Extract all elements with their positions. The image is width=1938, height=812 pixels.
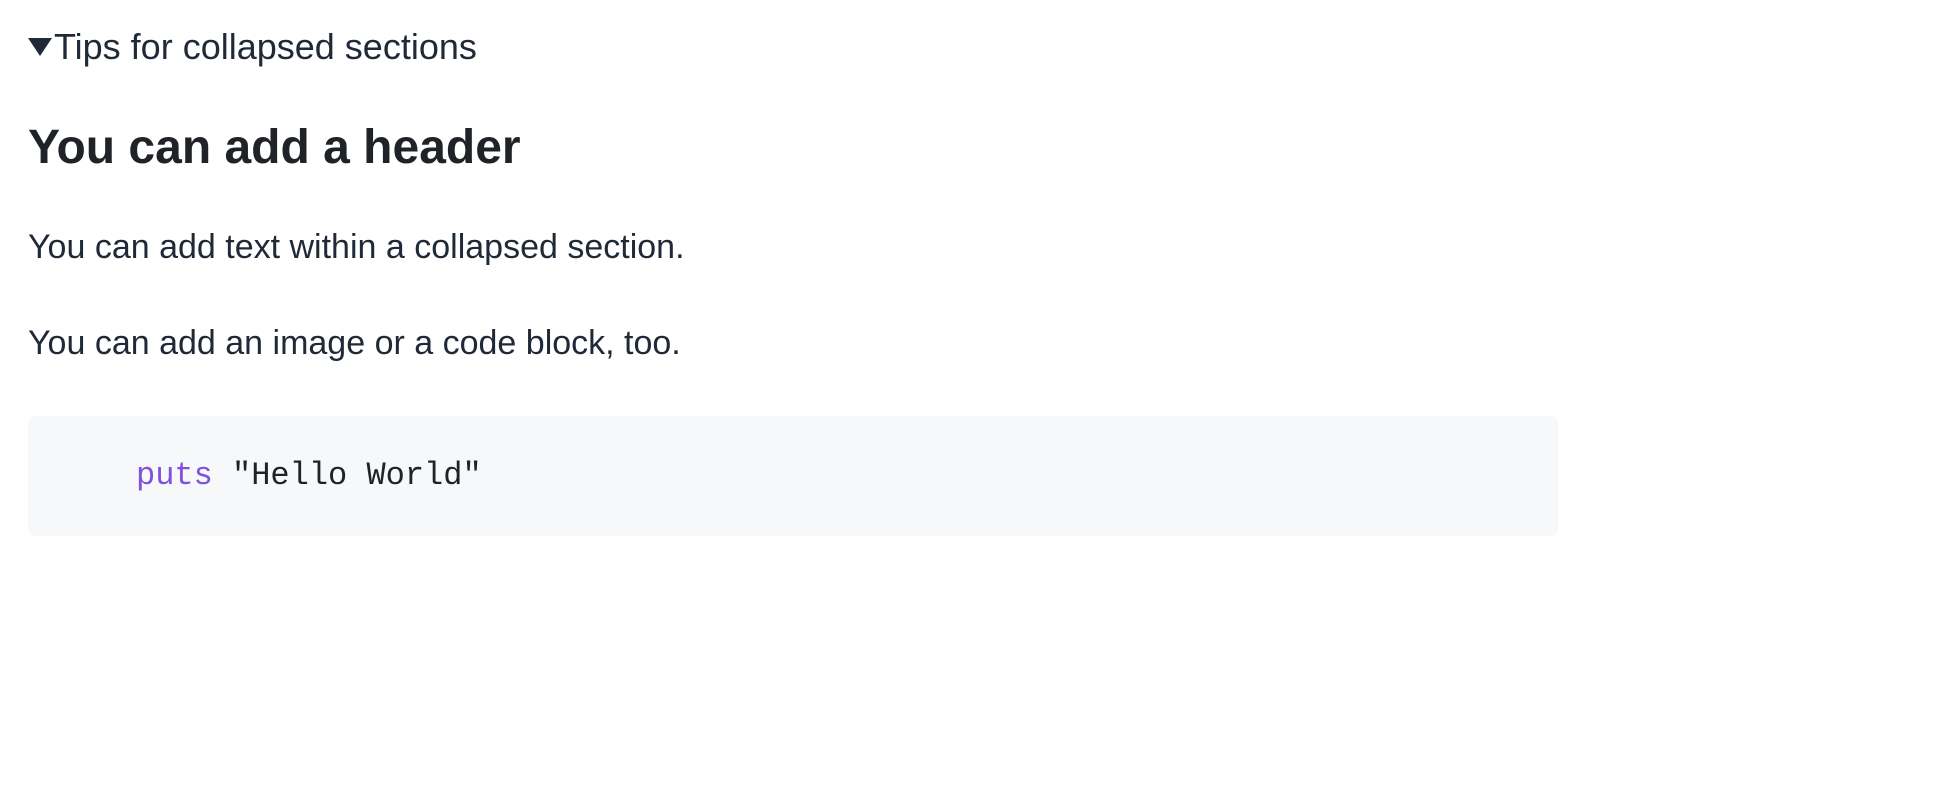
paragraph-text: You can add text within a collapsed sect… xyxy=(28,224,1910,272)
triangle-down-icon xyxy=(28,38,52,56)
section-header: You can add a header xyxy=(28,119,1910,177)
details-summary[interactable]: Tips for collapsed sections xyxy=(28,24,1910,71)
code-string: "Hello World" xyxy=(232,457,482,494)
code-block: puts "Hello World" xyxy=(28,416,1558,536)
code-keyword: puts xyxy=(136,457,213,494)
summary-label: Tips for collapsed sections xyxy=(54,24,477,71)
paragraph-text: You can add an image or a code block, to… xyxy=(28,320,1910,368)
